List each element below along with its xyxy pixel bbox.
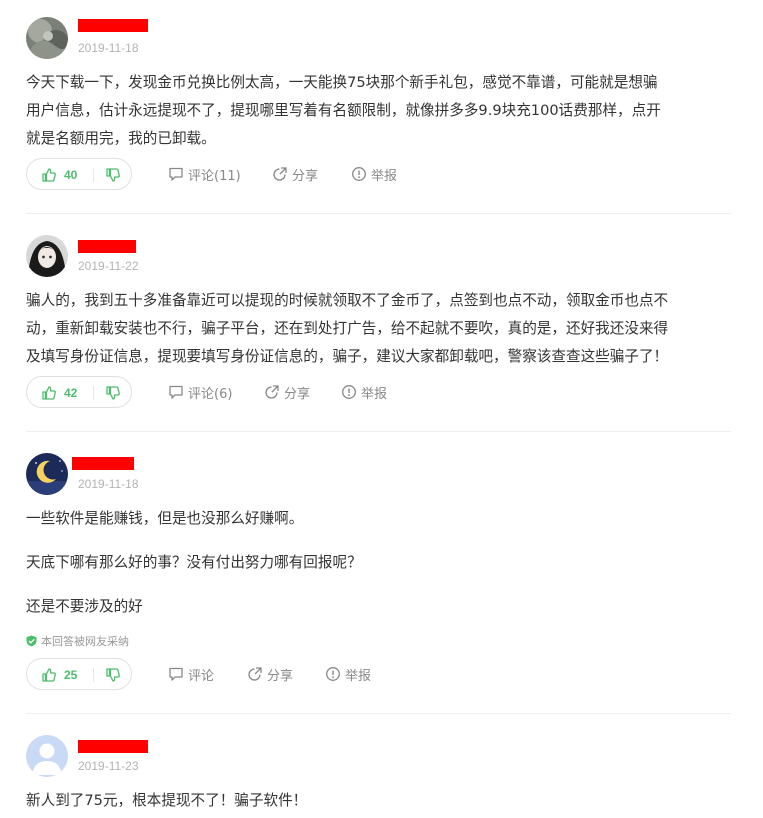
report-button[interactable]: 举报 [325, 658, 371, 690]
redacted-username [78, 240, 136, 253]
answer-date: 2019-11-22 [78, 259, 139, 273]
adopted-label: 本回答被网友采纳 [41, 635, 129, 648]
answer-divider [26, 213, 731, 214]
report-label: 举报 [361, 386, 388, 402]
share-button[interactable]: 分享 [264, 376, 310, 408]
answer-paragraph: 新人到了75元，根本提现不了！骗子软件！ [26, 792, 308, 809]
shield-check-icon [26, 635, 37, 647]
answer-actions: 42 评论(6) 分享 举报 [26, 376, 731, 410]
answer-date: 2019-11-18 [78, 41, 139, 55]
share-button[interactable]: 分享 [272, 158, 318, 190]
adopted-badge: 本回答被网友采纳 [26, 633, 731, 649]
user-avatar[interactable] [26, 17, 68, 59]
report-label: 举报 [345, 668, 372, 684]
answer-text-line: 用户信息，估计永远提现不了，提现哪里写着有名额限制，就像拼多多9.9块充100话… [26, 102, 661, 119]
user-avatar[interactable] [26, 235, 68, 277]
redacted-username [72, 457, 134, 470]
comment-button[interactable]: 评论 [168, 658, 214, 690]
report-button[interactable]: 举报 [351, 158, 397, 190]
vote-divider [93, 168, 94, 182]
report-icon [342, 385, 356, 399]
vote-divider [93, 386, 94, 400]
like-count: 42 [64, 386, 78, 400]
answer-date: 2019-11-18 [78, 477, 139, 491]
comment-icon [169, 385, 183, 399]
share-icon [248, 667, 262, 681]
answer-divider [26, 431, 731, 432]
answer-text-line: 及填写身份证信息，提现要填写身份证信息的，骗子，建议大家都卸载吧，警察该查查这些… [26, 348, 669, 365]
answer-text-line: 就是名额用完，我的已卸载。 [26, 130, 216, 147]
vote-box: 25 [26, 658, 132, 690]
comment-label: 评论(6) [188, 386, 233, 402]
redacted-username [78, 740, 148, 753]
answer-text-line: 动，重新卸载安装也不行，骗子平台，还在到处打广告，给不起就不要吹，真的是，还好我… [26, 320, 669, 337]
comment-button[interactable]: 评论(11) [168, 158, 241, 190]
comment-icon [169, 167, 183, 181]
share-label: 分享 [292, 168, 319, 184]
share-label: 分享 [284, 386, 311, 402]
report-label: 举报 [371, 168, 398, 184]
answer-content: 新人到了75元，根本提现不了！骗子软件！ [26, 787, 731, 815]
report-icon [352, 167, 366, 181]
thumb-up-icon[interactable] [41, 667, 57, 683]
answer-paragraph: 一些软件是能赚钱，但是也没那么好赚啊。 [26, 510, 304, 527]
like-count: 25 [64, 668, 78, 682]
answer-date: 2019-11-23 [78, 759, 139, 773]
answer-paragraph: 还是不要涉及的好 [26, 598, 143, 615]
answer-content: 骗人的，我到五十多准备靠近可以提现的时候就领取不了金币了，点签到也点不动，领取金… [26, 287, 731, 371]
vote-box: 40 [26, 158, 132, 190]
answer-divider [26, 713, 731, 714]
comment-label: 评论(11) [188, 168, 241, 184]
answer-paragraph: 天底下哪有那么好的事？没有付出努力哪有回报呢？ [26, 554, 362, 571]
share-button[interactable]: 分享 [247, 658, 293, 690]
report-button[interactable]: 举报 [341, 376, 387, 408]
like-count: 40 [64, 168, 78, 182]
user-avatar[interactable] [26, 735, 68, 777]
redacted-username [78, 19, 148, 32]
answer-actions: 40 评论(11) 分享 举报 [26, 158, 731, 192]
vote-box: 42 [26, 376, 132, 408]
answer-actions: 25 评论 分享 举报 [26, 658, 731, 692]
answer-text-line: 骗人的，我到五十多准备靠近可以提现的时候就领取不了金币了，点签到也点不动，领取金… [26, 292, 669, 309]
comment-button[interactable]: 评论(6) [168, 376, 232, 408]
comment-icon [169, 667, 183, 681]
comment-label: 评论 [188, 668, 215, 684]
thumb-up-icon[interactable] [41, 385, 57, 401]
thumb-up-icon[interactable] [41, 167, 57, 183]
thumb-down-icon[interactable] [105, 167, 121, 183]
thumb-down-icon[interactable] [105, 667, 121, 683]
user-avatar[interactable] [26, 453, 68, 495]
share-icon [273, 167, 287, 181]
answer-text-line: 今天下载一下，发现金币兑换比例太高，一天能换75块那个新手礼包，感觉不靠谱，可能… [26, 74, 658, 91]
share-icon [265, 385, 279, 399]
report-icon [326, 667, 340, 681]
vote-divider [93, 668, 94, 682]
answer-content: 一些软件是能赚钱，但是也没那么好赚啊。 天底下哪有那么好的事？没有付出努力哪有回… [26, 505, 731, 649]
thumb-down-icon[interactable] [105, 385, 121, 401]
answer-content: 今天下载一下，发现金币兑换比例太高，一天能换75块那个新手礼包，感觉不靠谱，可能… [26, 69, 731, 153]
share-label: 分享 [267, 668, 294, 684]
